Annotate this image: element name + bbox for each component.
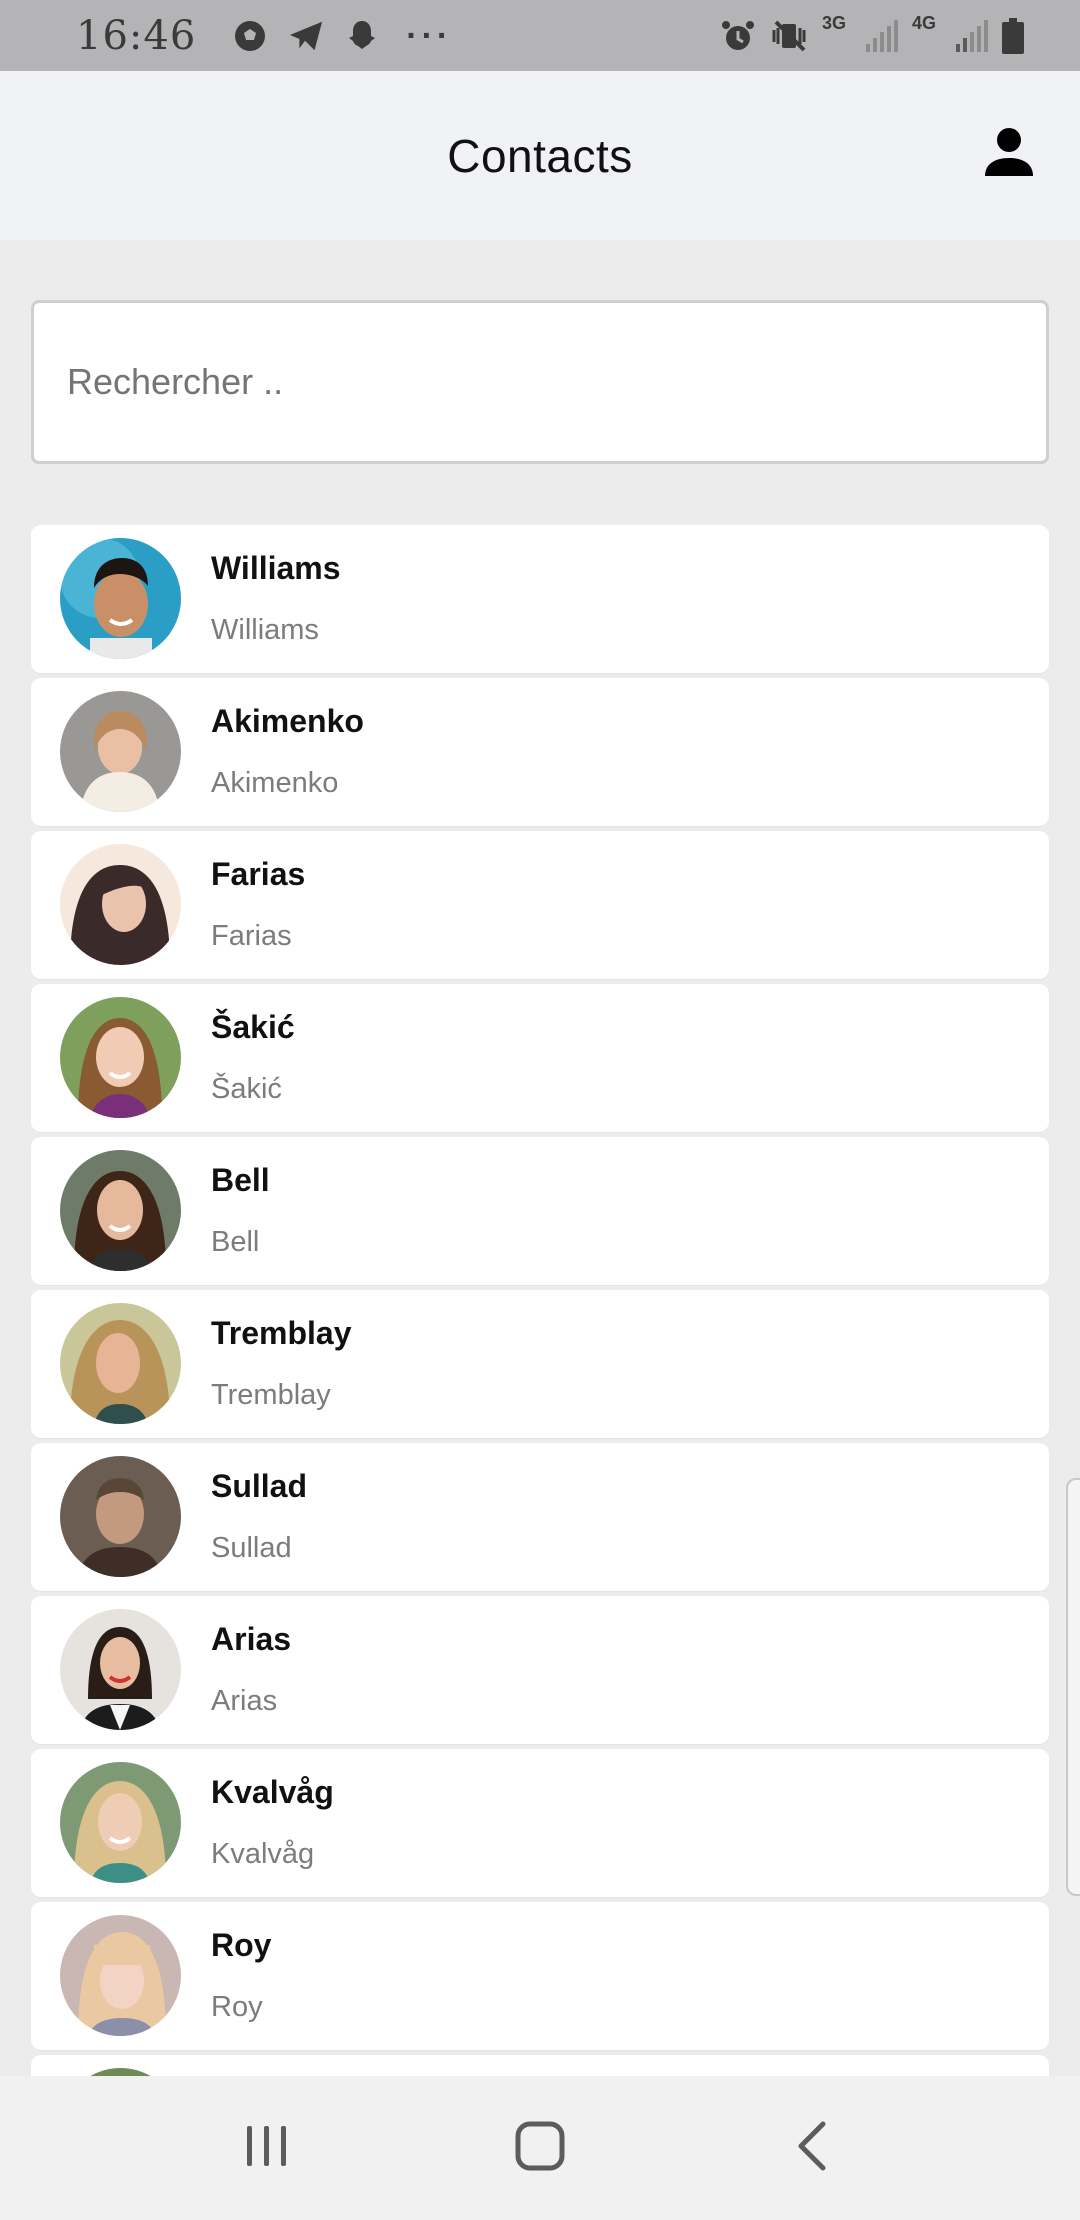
search-box: [31, 300, 1049, 464]
network-3g-label: 3G: [821, 13, 846, 33]
back-button[interactable]: [768, 2103, 858, 2193]
telegram-icon: [288, 18, 324, 54]
contact-list: Williams Williams Akimenko Akimenko Fari…: [31, 525, 1049, 2076]
contact-subtitle: Williams: [211, 614, 319, 646]
contact-item-farias[interactable]: Farias Farias: [31, 831, 1049, 979]
contact-item-akimenko[interactable]: Akimenko Akimenko: [31, 678, 1049, 826]
vibrate-mute-icon: [770, 18, 808, 54]
avatar: [60, 1303, 181, 1424]
contact-name: Kvalvåg: [211, 1774, 334, 1810]
contact-name: Tremblay: [211, 1315, 352, 1351]
contact-name: Bell: [211, 1162, 270, 1198]
contact-subtitle: Bell: [211, 1226, 260, 1258]
search-input[interactable]: [67, 361, 1046, 403]
scrollbar-handle[interactable]: [1066, 1478, 1080, 1896]
avatar: [60, 1456, 181, 1577]
avatar: [60, 2068, 181, 2076]
contact-item-roy[interactable]: Roy Roy: [31, 1902, 1049, 2050]
recent-apps-button[interactable]: [222, 2103, 312, 2193]
contact-name: Sullad: [211, 1468, 308, 1504]
avatar: [60, 1762, 181, 1883]
home-button[interactable]: [495, 2103, 585, 2193]
system-nav-bar: [0, 2076, 1080, 2220]
contact-subtitle: Šakić: [211, 1073, 282, 1105]
app-header: Contacts: [0, 71, 1080, 240]
avatar: [60, 844, 181, 965]
snapchat-icon: [344, 18, 380, 54]
avatar: [60, 691, 181, 812]
contact-subtitle: Kvalvåg: [211, 1838, 315, 1870]
contact-item-sullad[interactable]: Sullad Sullad: [31, 1443, 1049, 1591]
contact-name: Akimenko: [211, 703, 364, 739]
soccer-ball-icon: [232, 18, 268, 54]
contact-name: Roy: [211, 1927, 272, 1963]
contact-subtitle: Tremblay: [211, 1379, 331, 1411]
contact-item-partial[interactable]: [31, 2055, 1049, 2076]
person-icon: [983, 126, 1035, 183]
contact-subtitle: Roy: [211, 1991, 263, 2023]
contact-subtitle: Arias: [211, 1685, 278, 1717]
page-title: Contacts: [447, 129, 633, 182]
contact-item-tremblay[interactable]: Tremblay Tremblay: [31, 1290, 1049, 1438]
more-notifications-icon: ···: [406, 16, 453, 55]
avatar: [60, 1915, 181, 2036]
avatar: [60, 1150, 181, 1271]
status-bar: 16:46 ··· 3G 4G: [0, 0, 1080, 71]
battery-icon: [1002, 17, 1024, 54]
signal-icon: [864, 19, 898, 52]
contact-item-williams[interactable]: Williams Williams: [31, 525, 1049, 673]
contacts-content: Williams Williams Akimenko Akimenko Fari…: [0, 240, 1080, 2076]
status-time: 16:46: [76, 12, 197, 59]
contact-item-bell[interactable]: Bell Bell: [31, 1137, 1049, 1285]
contact-item-sakic[interactable]: Šakić Šakić: [31, 984, 1049, 1132]
signal-icon-2: [954, 19, 988, 52]
avatar: [60, 1609, 181, 1730]
contact-item-arias[interactable]: Arias Arias: [31, 1596, 1049, 1744]
contact-subtitle: Akimenko: [211, 767, 339, 799]
contact-name: Williams: [211, 550, 341, 586]
contact-item-kvalvag[interactable]: Kvalvåg Kvalvåg: [31, 1749, 1049, 1897]
home-icon: [514, 2120, 566, 2177]
network-4g-label: 4G: [911, 13, 936, 33]
contact-name: Farias: [211, 856, 306, 892]
alarm-icon: [720, 18, 756, 54]
back-icon: [793, 2120, 833, 2177]
avatar: [60, 538, 181, 659]
profile-button[interactable]: [980, 125, 1038, 183]
contact-name: Arias: [211, 1621, 292, 1657]
contact-subtitle: Sullad: [211, 1532, 292, 1564]
contact-name: Šakić: [211, 1009, 295, 1045]
avatar: [60, 997, 181, 1118]
contact-subtitle: Farias: [211, 920, 292, 952]
recent-apps-icon: [243, 2122, 291, 2175]
